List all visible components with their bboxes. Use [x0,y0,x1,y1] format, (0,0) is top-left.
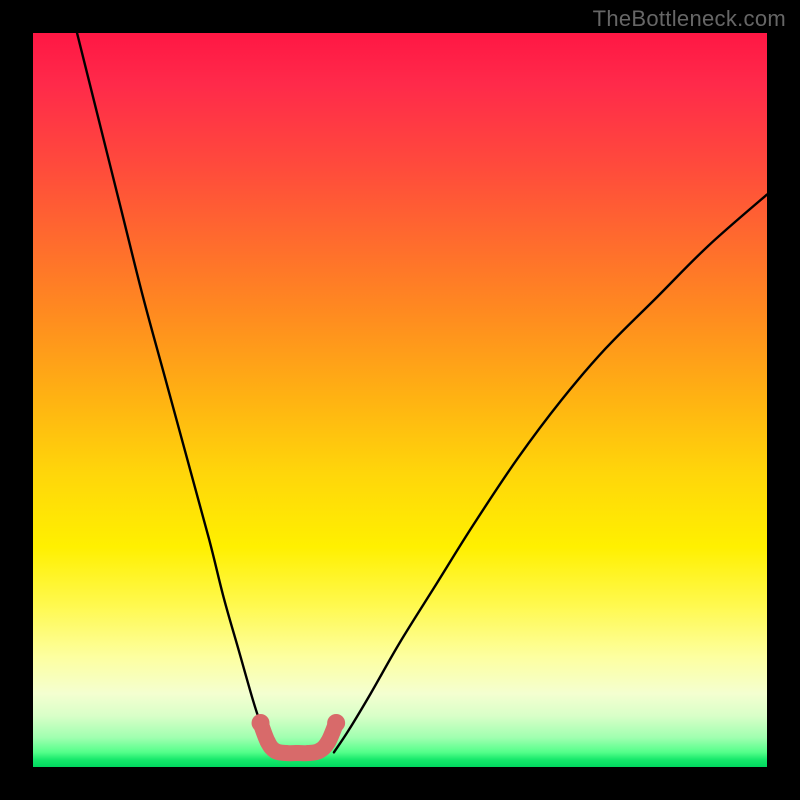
valley-marker-dot [327,714,345,732]
watermark-text: TheBottleneck.com [593,6,786,32]
left-branch-curve [77,33,275,752]
outer-frame: TheBottleneck.com [0,0,800,800]
curve-lines-layer [77,33,767,752]
valley-marker-dot [320,734,336,750]
valley-markers-layer [252,714,346,761]
chart-svg [33,33,767,767]
plot-area [33,33,767,767]
right-branch-curve [334,194,767,752]
valley-marker-dot [252,714,270,732]
